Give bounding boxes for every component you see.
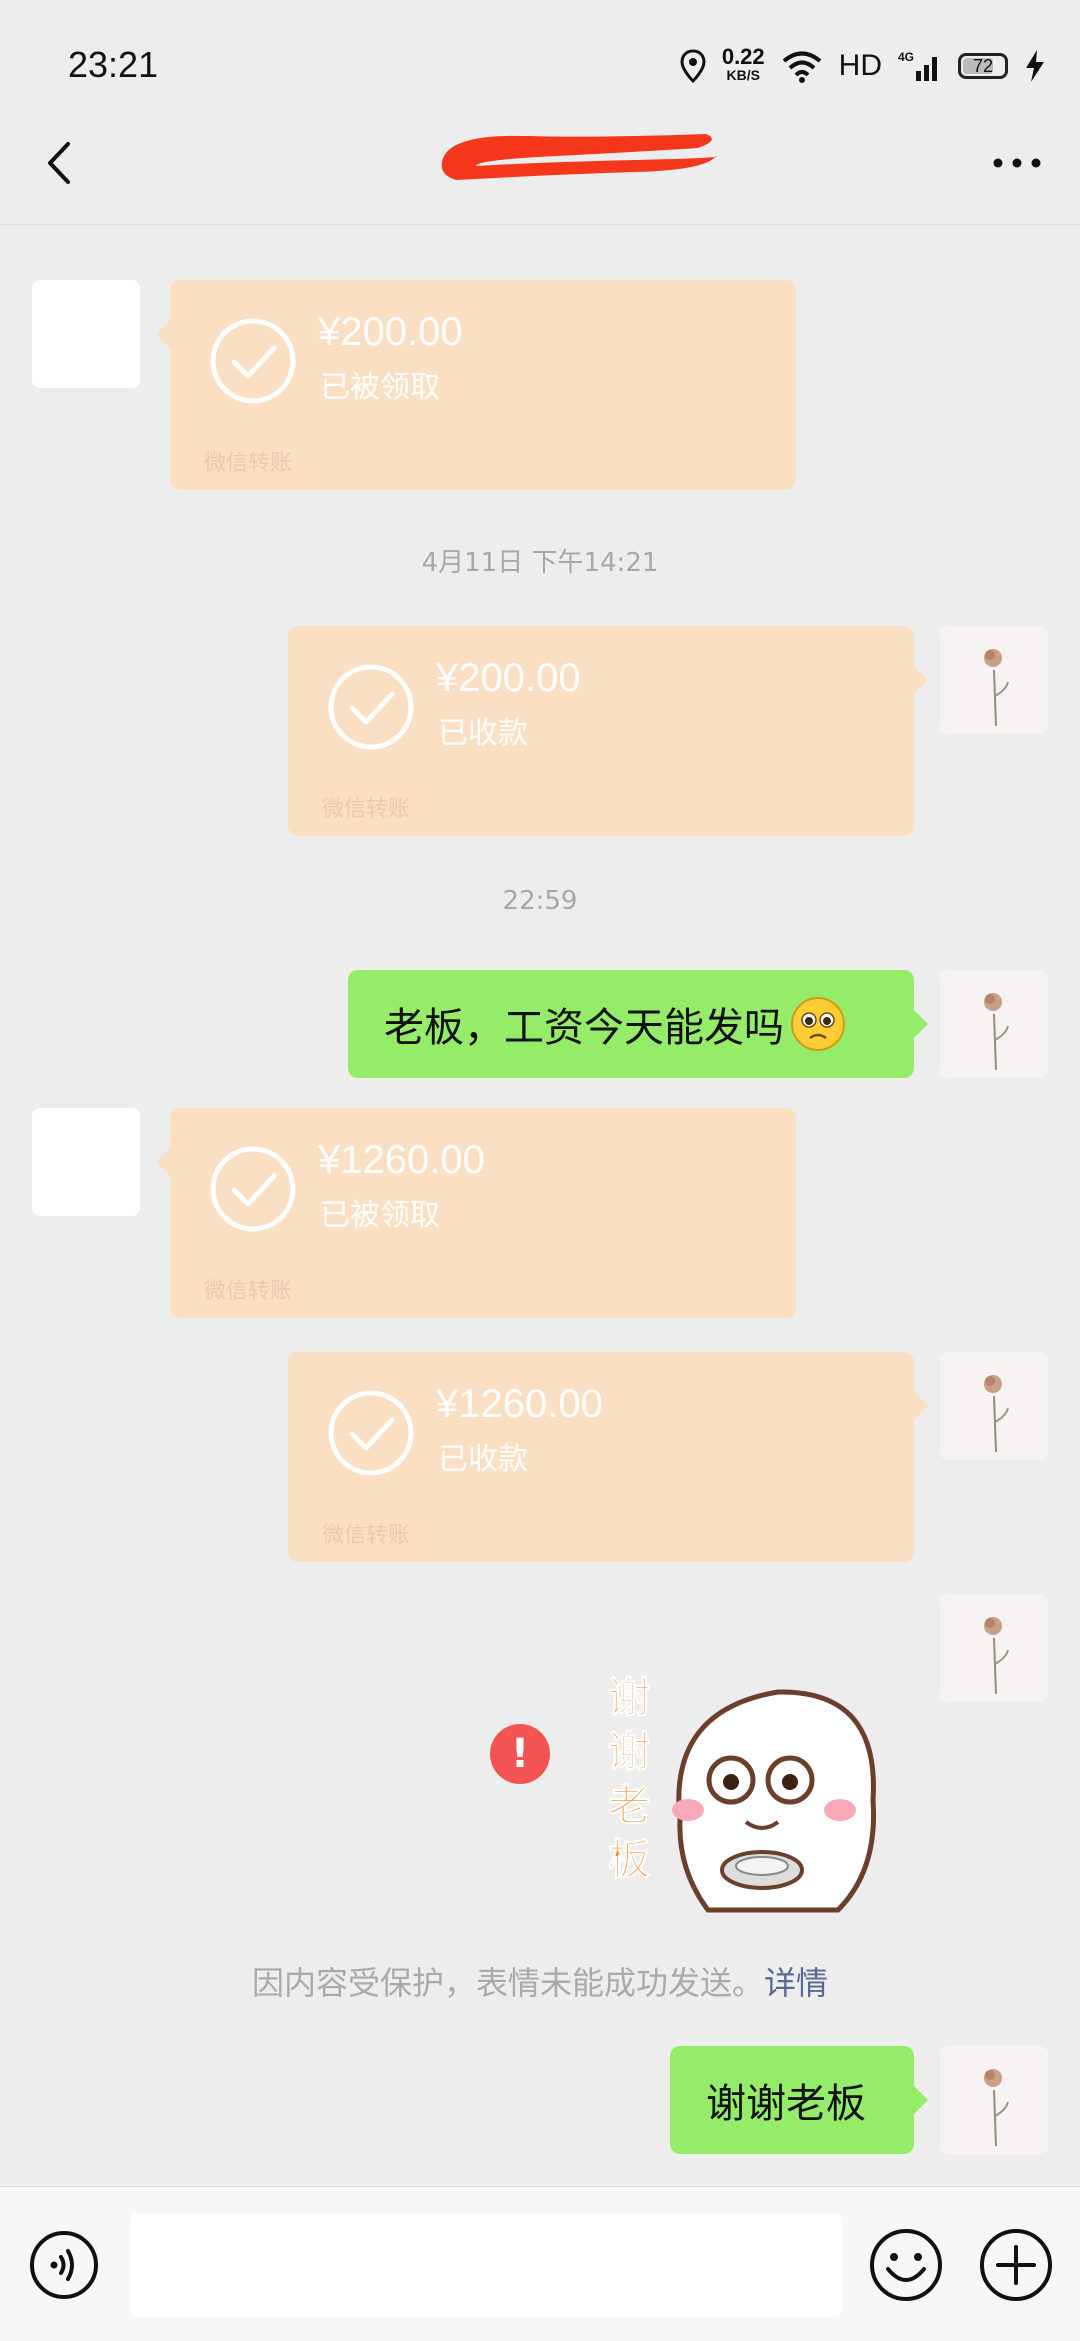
voice-input-icon[interactable] xyxy=(28,2229,100,2301)
chat-timestamp: 22:59 xyxy=(502,886,578,916)
emoji-icon[interactable] xyxy=(868,2227,944,2303)
net-speed: 0.22 KB/S xyxy=(721,44,765,84)
sticker-char-2: 谢 xyxy=(608,1727,650,1776)
transfer-status: 已被领取 xyxy=(320,1198,440,1233)
send-failed-icon[interactable]: ! xyxy=(490,1724,550,1784)
text-message-sent[interactable]: 谢谢老板 xyxy=(670,2046,928,2154)
transfer-status: 已收款 xyxy=(438,1442,528,1477)
my-avatar[interactable] xyxy=(940,2046,1048,2154)
transfer-status: 已收款 xyxy=(438,716,528,751)
transfer-card-sent[interactable]: ¥1260.00 已收款 微信转账 xyxy=(288,1352,928,1562)
text-message-sent[interactable]: 老板，工资今天能发吗 xyxy=(348,970,928,1078)
transfer-card-received[interactable]: ¥200.00 已被领取 微信转账 xyxy=(156,280,796,490)
status-icons: 0.22 KB/S HD 4G 72 xyxy=(680,44,1046,88)
signal-4g-label: 4G xyxy=(898,50,914,64)
rose-avatar-image xyxy=(940,626,1048,734)
signal-4g-icon: 4G xyxy=(898,50,937,81)
rose-avatar-image xyxy=(940,2046,1048,2154)
sticker-char-1: 谢 xyxy=(608,1673,650,1722)
transfer-card-sent[interactable]: ¥200.00 已收款 微信转账 xyxy=(288,626,928,836)
plus-icon[interactable] xyxy=(978,2227,1054,2303)
check-circle-icon xyxy=(328,1390,414,1476)
back-arrow-icon[interactable] xyxy=(36,138,86,188)
check-circle-icon xyxy=(210,1146,296,1232)
my-avatar[interactable] xyxy=(940,626,1048,734)
transfer-amount: ¥1260.00 xyxy=(318,1138,485,1182)
transfer-status: 已被领取 xyxy=(320,370,440,405)
location-icon xyxy=(680,49,706,83)
sticker-blocked-notice: 因内容受保护，表情未能成功发送。详情 xyxy=(0,1958,1080,2004)
message-text: 谢谢老板 xyxy=(706,2081,866,2127)
input-bar xyxy=(0,2186,1080,2341)
status-time: 23:21 xyxy=(68,44,159,85)
transfer-brand: 微信转账 xyxy=(204,451,293,476)
notice-details-link[interactable]: 详情 xyxy=(764,1964,828,2002)
wifi-icon xyxy=(782,51,821,83)
sticker-char-4: 板 xyxy=(608,1835,650,1884)
message-text: 老板，工资今天能发吗 xyxy=(384,1005,784,1051)
my-avatar[interactable] xyxy=(940,970,1048,1078)
contact-avatar[interactable] xyxy=(32,280,140,388)
charging-icon xyxy=(1026,50,1044,82)
rose-avatar-image xyxy=(940,1352,1048,1460)
transfer-brand: 微信转账 xyxy=(322,1523,411,1548)
sticker-char-3: 老 xyxy=(608,1781,650,1830)
more-options-icon[interactable] xyxy=(990,138,1044,188)
transfer-brand: 微信转账 xyxy=(204,1279,293,1304)
my-avatar[interactable] xyxy=(940,1594,1048,1702)
check-circle-icon xyxy=(328,664,414,750)
notice-text: 因内容受保护，表情未能成功发送。 xyxy=(251,1964,764,2002)
redacted-chat-title xyxy=(441,134,717,180)
hd-indicator: HD xyxy=(838,49,882,82)
rose-avatar-image xyxy=(940,1594,1048,1702)
transfer-brand: 微信转账 xyxy=(322,797,411,822)
contact-avatar[interactable] xyxy=(32,1108,140,1216)
thanks-boss-sticker[interactable]: 谢 谢 老 板 xyxy=(598,1670,888,1920)
message-input[interactable] xyxy=(130,2213,842,2317)
pleading-face-emoji xyxy=(791,997,845,1051)
transfer-amount: ¥200.00 xyxy=(318,310,463,354)
check-circle-icon xyxy=(210,318,296,404)
transfer-card-received[interactable]: ¥1260.00 已被领取 微信转账 xyxy=(156,1108,796,1318)
transfer-amount: ¥200.00 xyxy=(436,656,581,700)
chat-timestamp: 4月11日 下午14:21 xyxy=(421,548,659,578)
transfer-amount: ¥1260.00 xyxy=(436,1382,603,1426)
my-avatar[interactable] xyxy=(940,1352,1048,1460)
battery-icon: 72 xyxy=(958,53,1008,79)
rose-avatar-image xyxy=(940,970,1048,1078)
